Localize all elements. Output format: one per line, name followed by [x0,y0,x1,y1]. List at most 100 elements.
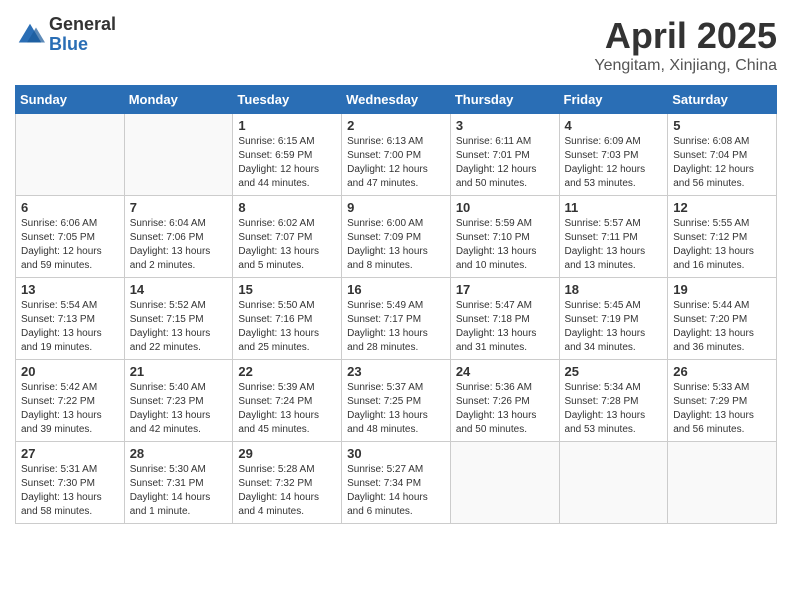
weekday-header-row: SundayMondayTuesdayWednesdayThursdayFrid… [16,86,777,114]
day-info: Sunrise: 5:47 AM Sunset: 7:18 PM Dayligh… [456,299,554,355]
calendar-cell: 24 Sunrise: 5:36 AM Sunset: 7:26 PM Dayli… [450,360,559,442]
calendar-week-row: 27 Sunrise: 5:31 AM Sunset: 7:30 PM Dayli… [16,442,777,524]
calendar-cell: 1Sunrise: 6:15 AM Sunset: 6:59 PM Daylig… [233,114,342,196]
calendar-cell: 16Sunrise: 5:49 AM Sunset: 7:17 PM Dayli… [342,278,451,360]
weekday-header-cell: Saturday [668,86,777,114]
title-area: April 2025 Yengitam, Xinjiang, China [594,15,777,75]
calendar-week-row: 20 Sunrise: 5:42 AM Sunset: 7:22 PM Dayli… [16,360,777,442]
calendar-cell: 15Sunrise: 5:50 AM Sunset: 7:16 PM Dayli… [233,278,342,360]
calendar-cell: 25 Sunrise: 5:34 AM Sunset: 7:28 PM Dayli… [559,360,668,442]
day-info: Sunrise: 5:55 AM Sunset: 7:12 PM Dayligh… [673,217,771,273]
day-number: 11 [565,200,663,215]
day-number: 3 [456,118,554,133]
day-info: Sunrise: 6:09 AM Sunset: 7:03 PM Dayligh… [565,135,663,191]
day-number: 4 [565,118,663,133]
day-info: Sunrise: 5:50 AM Sunset: 7:16 PM Dayligh… [238,299,336,355]
calendar-cell: 12 Sunrise: 5:55 AM Sunset: 7:12 PM Dayli… [668,196,777,278]
day-number: 28 [130,446,228,461]
day-info: Sunrise: 5:45 AM Sunset: 7:19 PM Dayligh… [565,299,663,355]
day-info: Sunrise: 5:59 AM Sunset: 7:10 PM Dayligh… [456,217,554,273]
day-info: Sunrise: 5:34 AM Sunset: 7:28 PM Dayligh… [565,381,663,437]
day-info: Sunrise: 5:54 AM Sunset: 7:13 PM Dayligh… [21,299,119,355]
calendar-cell: 11Sunrise: 5:57 AM Sunset: 7:11 PM Dayli… [559,196,668,278]
day-info: Sunrise: 6:08 AM Sunset: 7:04 PM Dayligh… [673,135,771,191]
calendar-cell: 8 Sunrise: 6:02 AM Sunset: 7:07 PM Daylig… [233,196,342,278]
day-number: 13 [21,282,119,297]
day-info: Sunrise: 5:52 AM Sunset: 7:15 PM Dayligh… [130,299,228,355]
day-number: 1 [238,118,336,133]
day-number: 6 [21,200,119,215]
calendar-cell [668,442,777,524]
day-number: 10 [456,200,554,215]
logo-icon [15,20,45,50]
day-number: 21 [130,364,228,379]
calendar-week-row: 13 Sunrise: 5:54 AM Sunset: 7:13 PM Dayli… [16,278,777,360]
calendar-week-row: 1Sunrise: 6:15 AM Sunset: 6:59 PM Daylig… [16,114,777,196]
weekday-header-cell: Monday [124,86,233,114]
weekday-header-cell: Tuesday [233,86,342,114]
page-header: General Blue April 2025 Yengitam, Xinjia… [15,15,777,75]
day-number: 19 [673,282,771,297]
day-info: Sunrise: 5:28 AM Sunset: 7:32 PM Dayligh… [238,463,336,519]
location-title: Yengitam, Xinjiang, China [594,57,777,75]
weekday-header-cell: Thursday [450,86,559,114]
calendar-table: SundayMondayTuesdayWednesdayThursdayFrid… [15,85,777,524]
day-number: 27 [21,446,119,461]
calendar-cell [559,442,668,524]
day-info: Sunrise: 5:42 AM Sunset: 7:22 PM Dayligh… [21,381,119,437]
calendar-cell: 18 Sunrise: 5:45 AM Sunset: 7:19 PM Dayli… [559,278,668,360]
day-number: 12 [673,200,771,215]
day-info: Sunrise: 6:02 AM Sunset: 7:07 PM Dayligh… [238,217,336,273]
calendar-cell: 4 Sunrise: 6:09 AM Sunset: 7:03 PM Daylig… [559,114,668,196]
day-info: Sunrise: 5:27 AM Sunset: 7:34 PM Dayligh… [347,463,445,519]
calendar-cell: 10 Sunrise: 5:59 AM Sunset: 7:10 PM Dayli… [450,196,559,278]
calendar-cell: 13 Sunrise: 5:54 AM Sunset: 7:13 PM Dayli… [16,278,125,360]
day-info: Sunrise: 5:30 AM Sunset: 7:31 PM Dayligh… [130,463,228,519]
day-info: Sunrise: 5:44 AM Sunset: 7:20 PM Dayligh… [673,299,771,355]
month-title: April 2025 [594,15,777,57]
calendar-cell: 30 Sunrise: 5:27 AM Sunset: 7:34 PM Dayli… [342,442,451,524]
logo-general-text: General [49,15,116,35]
calendar-body: 1Sunrise: 6:15 AM Sunset: 6:59 PM Daylig… [16,114,777,524]
calendar-cell: 20 Sunrise: 5:42 AM Sunset: 7:22 PM Dayli… [16,360,125,442]
day-number: 18 [565,282,663,297]
calendar-cell [16,114,125,196]
day-number: 30 [347,446,445,461]
day-info: Sunrise: 5:39 AM Sunset: 7:24 PM Dayligh… [238,381,336,437]
day-number: 24 [456,364,554,379]
day-info: Sunrise: 5:31 AM Sunset: 7:30 PM Dayligh… [21,463,119,519]
day-info: Sunrise: 6:06 AM Sunset: 7:05 PM Dayligh… [21,217,119,273]
calendar-cell: 2Sunrise: 6:13 AM Sunset: 7:00 PM Daylig… [342,114,451,196]
day-number: 23 [347,364,445,379]
day-info: Sunrise: 6:13 AM Sunset: 7:00 PM Dayligh… [347,135,445,191]
weekday-header-cell: Sunday [16,86,125,114]
day-info: Sunrise: 6:04 AM Sunset: 7:06 PM Dayligh… [130,217,228,273]
day-info: Sunrise: 5:36 AM Sunset: 7:26 PM Dayligh… [456,381,554,437]
day-number: 8 [238,200,336,215]
day-info: Sunrise: 6:00 AM Sunset: 7:09 PM Dayligh… [347,217,445,273]
logo-text: General Blue [49,15,116,55]
calendar-cell [124,114,233,196]
calendar-cell: 19 Sunrise: 5:44 AM Sunset: 7:20 PM Dayli… [668,278,777,360]
calendar-cell: 6 Sunrise: 6:06 AM Sunset: 7:05 PM Daylig… [16,196,125,278]
calendar-cell: 3 Sunrise: 6:11 AM Sunset: 7:01 PM Daylig… [450,114,559,196]
weekday-header-cell: Friday [559,86,668,114]
day-number: 20 [21,364,119,379]
day-number: 25 [565,364,663,379]
calendar-cell: 22 Sunrise: 5:39 AM Sunset: 7:24 PM Dayli… [233,360,342,442]
day-info: Sunrise: 6:11 AM Sunset: 7:01 PM Dayligh… [456,135,554,191]
day-info: Sunrise: 5:33 AM Sunset: 7:29 PM Dayligh… [673,381,771,437]
weekday-header-cell: Wednesday [342,86,451,114]
day-number: 29 [238,446,336,461]
calendar-cell: 27 Sunrise: 5:31 AM Sunset: 7:30 PM Dayli… [16,442,125,524]
day-number: 22 [238,364,336,379]
calendar-cell: 7 Sunrise: 6:04 AM Sunset: 7:06 PM Daylig… [124,196,233,278]
calendar-cell: 14Sunrise: 5:52 AM Sunset: 7:15 PM Dayli… [124,278,233,360]
day-number: 7 [130,200,228,215]
day-number: 16 [347,282,445,297]
calendar-cell: 5Sunrise: 6:08 AM Sunset: 7:04 PM Daylig… [668,114,777,196]
calendar-cell [450,442,559,524]
calendar-cell: 9Sunrise: 6:00 AM Sunset: 7:09 PM Daylig… [342,196,451,278]
calendar-cell: 21Sunrise: 5:40 AM Sunset: 7:23 PM Dayli… [124,360,233,442]
calendar-week-row: 6 Sunrise: 6:06 AM Sunset: 7:05 PM Daylig… [16,196,777,278]
